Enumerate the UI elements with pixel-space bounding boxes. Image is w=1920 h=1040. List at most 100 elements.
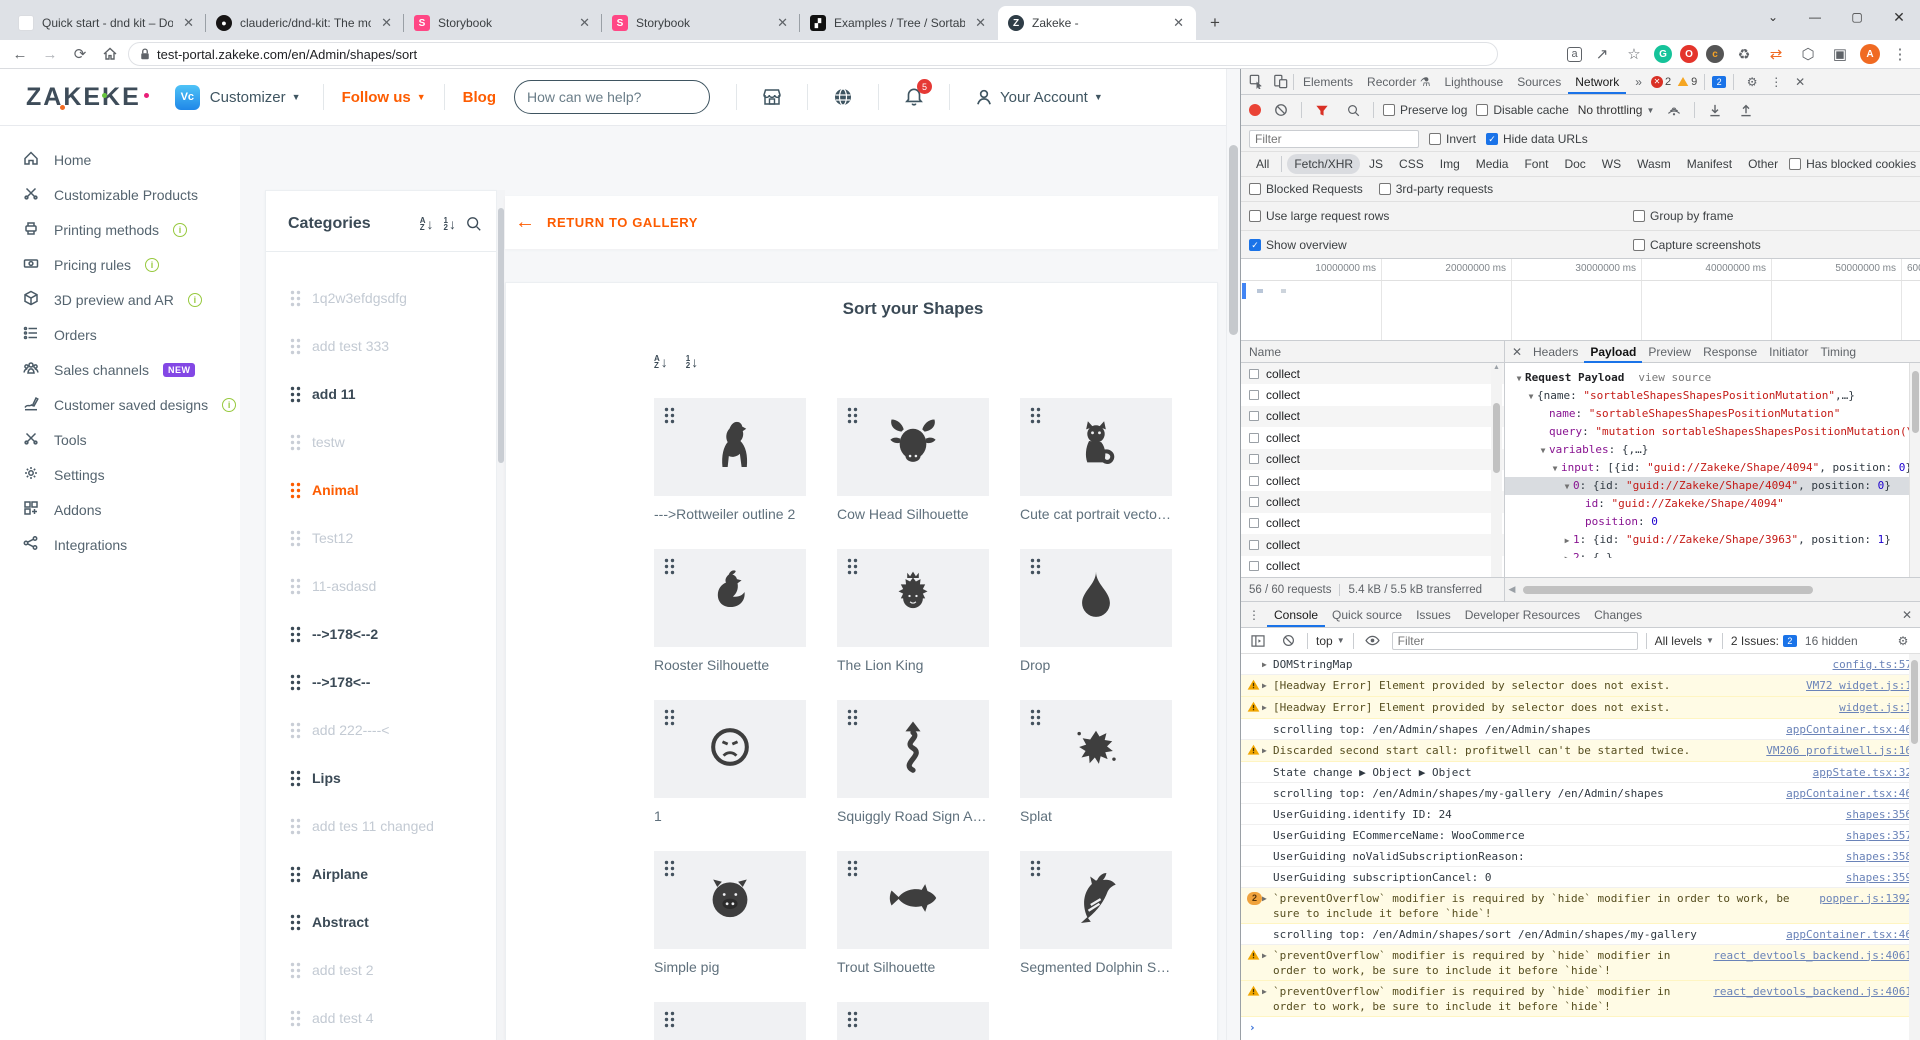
- console-source-link[interactable]: appState.tsx:32: [1813, 765, 1912, 780]
- tree-open-icon[interactable]: ▼: [1537, 442, 1549, 460]
- sidebar-item-settings[interactable]: Settings: [0, 457, 240, 492]
- detail-tab-payload[interactable]: Payload: [1584, 341, 1642, 363]
- drag-handle-icon[interactable]: [290, 722, 301, 739]
- tree-closed-icon[interactable]: ▶: [1561, 550, 1573, 558]
- close-icon[interactable]: ✕: [1878, 0, 1920, 34]
- forward-icon[interactable]: →: [38, 42, 62, 66]
- console-message[interactable]: 2▶`preventOverflow` modifier is required…: [1241, 888, 1920, 924]
- filter-chip-wasm[interactable]: Wasm: [1630, 154, 1678, 174]
- category-item[interactable]: -->178<--2: [266, 610, 496, 658]
- drag-handle-icon[interactable]: [290, 290, 301, 307]
- category-item[interactable]: -->178<--: [266, 658, 496, 706]
- browser-tab[interactable]: SStorybook✕: [602, 6, 800, 40]
- category-item[interactable]: Test12: [266, 514, 496, 562]
- info-icon[interactable]: i: [222, 398, 236, 412]
- hide-data-urls-checkbox[interactable]: ✓Hide data URLs: [1486, 132, 1588, 146]
- show-overview-checkbox[interactable]: ✓Show overview: [1249, 238, 1347, 252]
- inspect-icon[interactable]: [1245, 72, 1267, 92]
- sidebar-item-integrations[interactable]: Integrations: [0, 527, 240, 562]
- filter-chip-img[interactable]: Img: [1433, 154, 1467, 174]
- shape-tile[interactable]: [837, 549, 989, 647]
- account-dropdown[interactable]: Your Account▼: [974, 87, 1103, 107]
- preserve-log-checkbox[interactable]: Preserve log: [1383, 103, 1467, 117]
- drag-handle-icon[interactable]: [1030, 407, 1041, 424]
- shape-tile[interactable]: [1020, 398, 1172, 496]
- console-source-link[interactable]: config.ts:57: [1833, 657, 1912, 672]
- language-globe-icon[interactable]: [832, 86, 854, 108]
- sidebar-item-sales-channels[interactable]: Sales channelsNEW: [0, 352, 240, 387]
- filter-chip-media[interactable]: Media: [1469, 154, 1516, 174]
- network-conditions-icon[interactable]: [1663, 100, 1685, 120]
- drag-handle-icon[interactable]: [290, 674, 301, 691]
- console-message[interactable]: UserGuiding noValidSubscriptionReason:sh…: [1241, 846, 1920, 867]
- request-row[interactable]: collect: [1241, 427, 1504, 448]
- console-source-link[interactable]: shapes:358: [1846, 849, 1912, 864]
- drag-handle-icon[interactable]: [847, 407, 858, 424]
- category-item[interactable]: add tes 11 changed: [266, 802, 496, 850]
- console-tab-developer-resources[interactable]: Developer Resources: [1458, 603, 1587, 627]
- live-expression-eye-icon[interactable]: [1362, 631, 1384, 651]
- drag-handle-icon[interactable]: [847, 860, 858, 877]
- return-to-gallery-link[interactable]: RETURN TO GALLERY: [547, 215, 698, 230]
- sidebar-item-addons[interactable]: Addons: [0, 492, 240, 527]
- shape-tile[interactable]: [1020, 700, 1172, 798]
- shapes-sort-numeric-icon[interactable]: 12↓: [686, 355, 698, 369]
- console-source-link[interactable]: appContainer.tsx:46: [1786, 786, 1912, 801]
- payload-line[interactable]: ▶2: {…}: [1505, 549, 1920, 558]
- third-party-requests-checkbox[interactable]: 3rd-party requests: [1379, 182, 1493, 196]
- drag-handle-icon[interactable]: [290, 530, 301, 547]
- url-input[interactable]: [157, 47, 1487, 62]
- sidebar-item-3d-preview-and-ar[interactable]: 3D preview and ARi: [0, 282, 240, 317]
- arrows-extension-icon[interactable]: ⇄: [1764, 42, 1788, 66]
- group-by-frame-checkbox[interactable]: Group by frame: [1633, 209, 1733, 223]
- request-row[interactable]: collect: [1241, 470, 1504, 491]
- request-row[interactable]: collect: [1241, 556, 1504, 577]
- drag-handle-icon[interactable]: [290, 338, 301, 355]
- shape-tile[interactable]: [837, 851, 989, 949]
- detail-tab-preview[interactable]: Preview: [1642, 341, 1697, 363]
- console-message[interactable]: ▶[Headway Error] Element provided by sel…: [1241, 675, 1920, 697]
- info-icon[interactable]: i: [145, 258, 159, 272]
- filter-chip-fetchxhr[interactable]: Fetch/XHR: [1287, 154, 1360, 174]
- payload-line[interactable]: ▼{name: "sortableShapesShapesPositionMut…: [1505, 387, 1920, 405]
- drag-handle-icon[interactable]: [290, 962, 301, 979]
- sidebar-item-orders[interactable]: Orders: [0, 317, 240, 352]
- detail-tab-headers[interactable]: Headers: [1527, 341, 1584, 363]
- payload-line[interactable]: id: "guid://Zakeke/Shape/4094": [1505, 495, 1920, 513]
- translate-icon[interactable]: a: [1567, 47, 1582, 62]
- expand-icon[interactable]: ▶: [1262, 891, 1273, 906]
- drag-handle-icon[interactable]: [664, 558, 675, 575]
- request-row[interactable]: collect: [1241, 363, 1504, 384]
- browser-tab[interactable]: ▞Examples / Tree / Sortable - Colla✕: [800, 6, 998, 40]
- filter-chip-ws[interactable]: WS: [1595, 154, 1628, 174]
- device-toolbar-icon[interactable]: [1269, 72, 1291, 92]
- devtools-close-icon[interactable]: ✕: [1789, 72, 1811, 92]
- chrome-menu-icon[interactable]: ⋮: [1888, 42, 1912, 66]
- export-har-icon[interactable]: [1735, 100, 1757, 120]
- issues-count-badge[interactable]: 2: [1712, 76, 1726, 88]
- devtools-tab-recorder[interactable]: Recorder ⚗: [1360, 70, 1437, 94]
- filter-chip-font[interactable]: Font: [1517, 154, 1555, 174]
- tab-close-icon[interactable]: ✕: [379, 15, 394, 31]
- drag-handle-icon[interactable]: [290, 434, 301, 451]
- tree-closed-icon[interactable]: ▶: [1561, 532, 1573, 550]
- drag-handle-icon[interactable]: [290, 1010, 301, 1027]
- drag-handle-icon[interactable]: [664, 709, 675, 726]
- grammarly-extension-icon[interactable]: G: [1654, 45, 1672, 63]
- devtools-tab-lighthouse[interactable]: Lighthouse: [1437, 70, 1510, 94]
- console-scrollbar[interactable]: [1909, 654, 1920, 1040]
- filter-funnel-icon[interactable]: [1311, 100, 1333, 120]
- console-source-link[interactable]: popper.js:1392: [1819, 891, 1912, 906]
- console-tab-console[interactable]: Console: [1267, 603, 1325, 627]
- info-icon[interactable]: i: [173, 223, 187, 237]
- request-row[interactable]: collect: [1241, 449, 1504, 470]
- requests-scrollbar[interactable]: ▲: [1491, 363, 1502, 577]
- sidebar-extension-icon[interactable]: ▣: [1828, 42, 1852, 66]
- category-item[interactable]: Lips: [266, 754, 496, 802]
- category-item[interactable]: add 11: [266, 370, 496, 418]
- puzzle-extensions-icon[interactable]: ⬡: [1796, 42, 1820, 66]
- category-item[interactable]: Abstract: [266, 898, 496, 946]
- detail-tab-timing[interactable]: Timing: [1814, 341, 1862, 363]
- blocker-extension-icon[interactable]: O: [1680, 45, 1698, 63]
- filter-chip-doc[interactable]: Doc: [1557, 154, 1592, 174]
